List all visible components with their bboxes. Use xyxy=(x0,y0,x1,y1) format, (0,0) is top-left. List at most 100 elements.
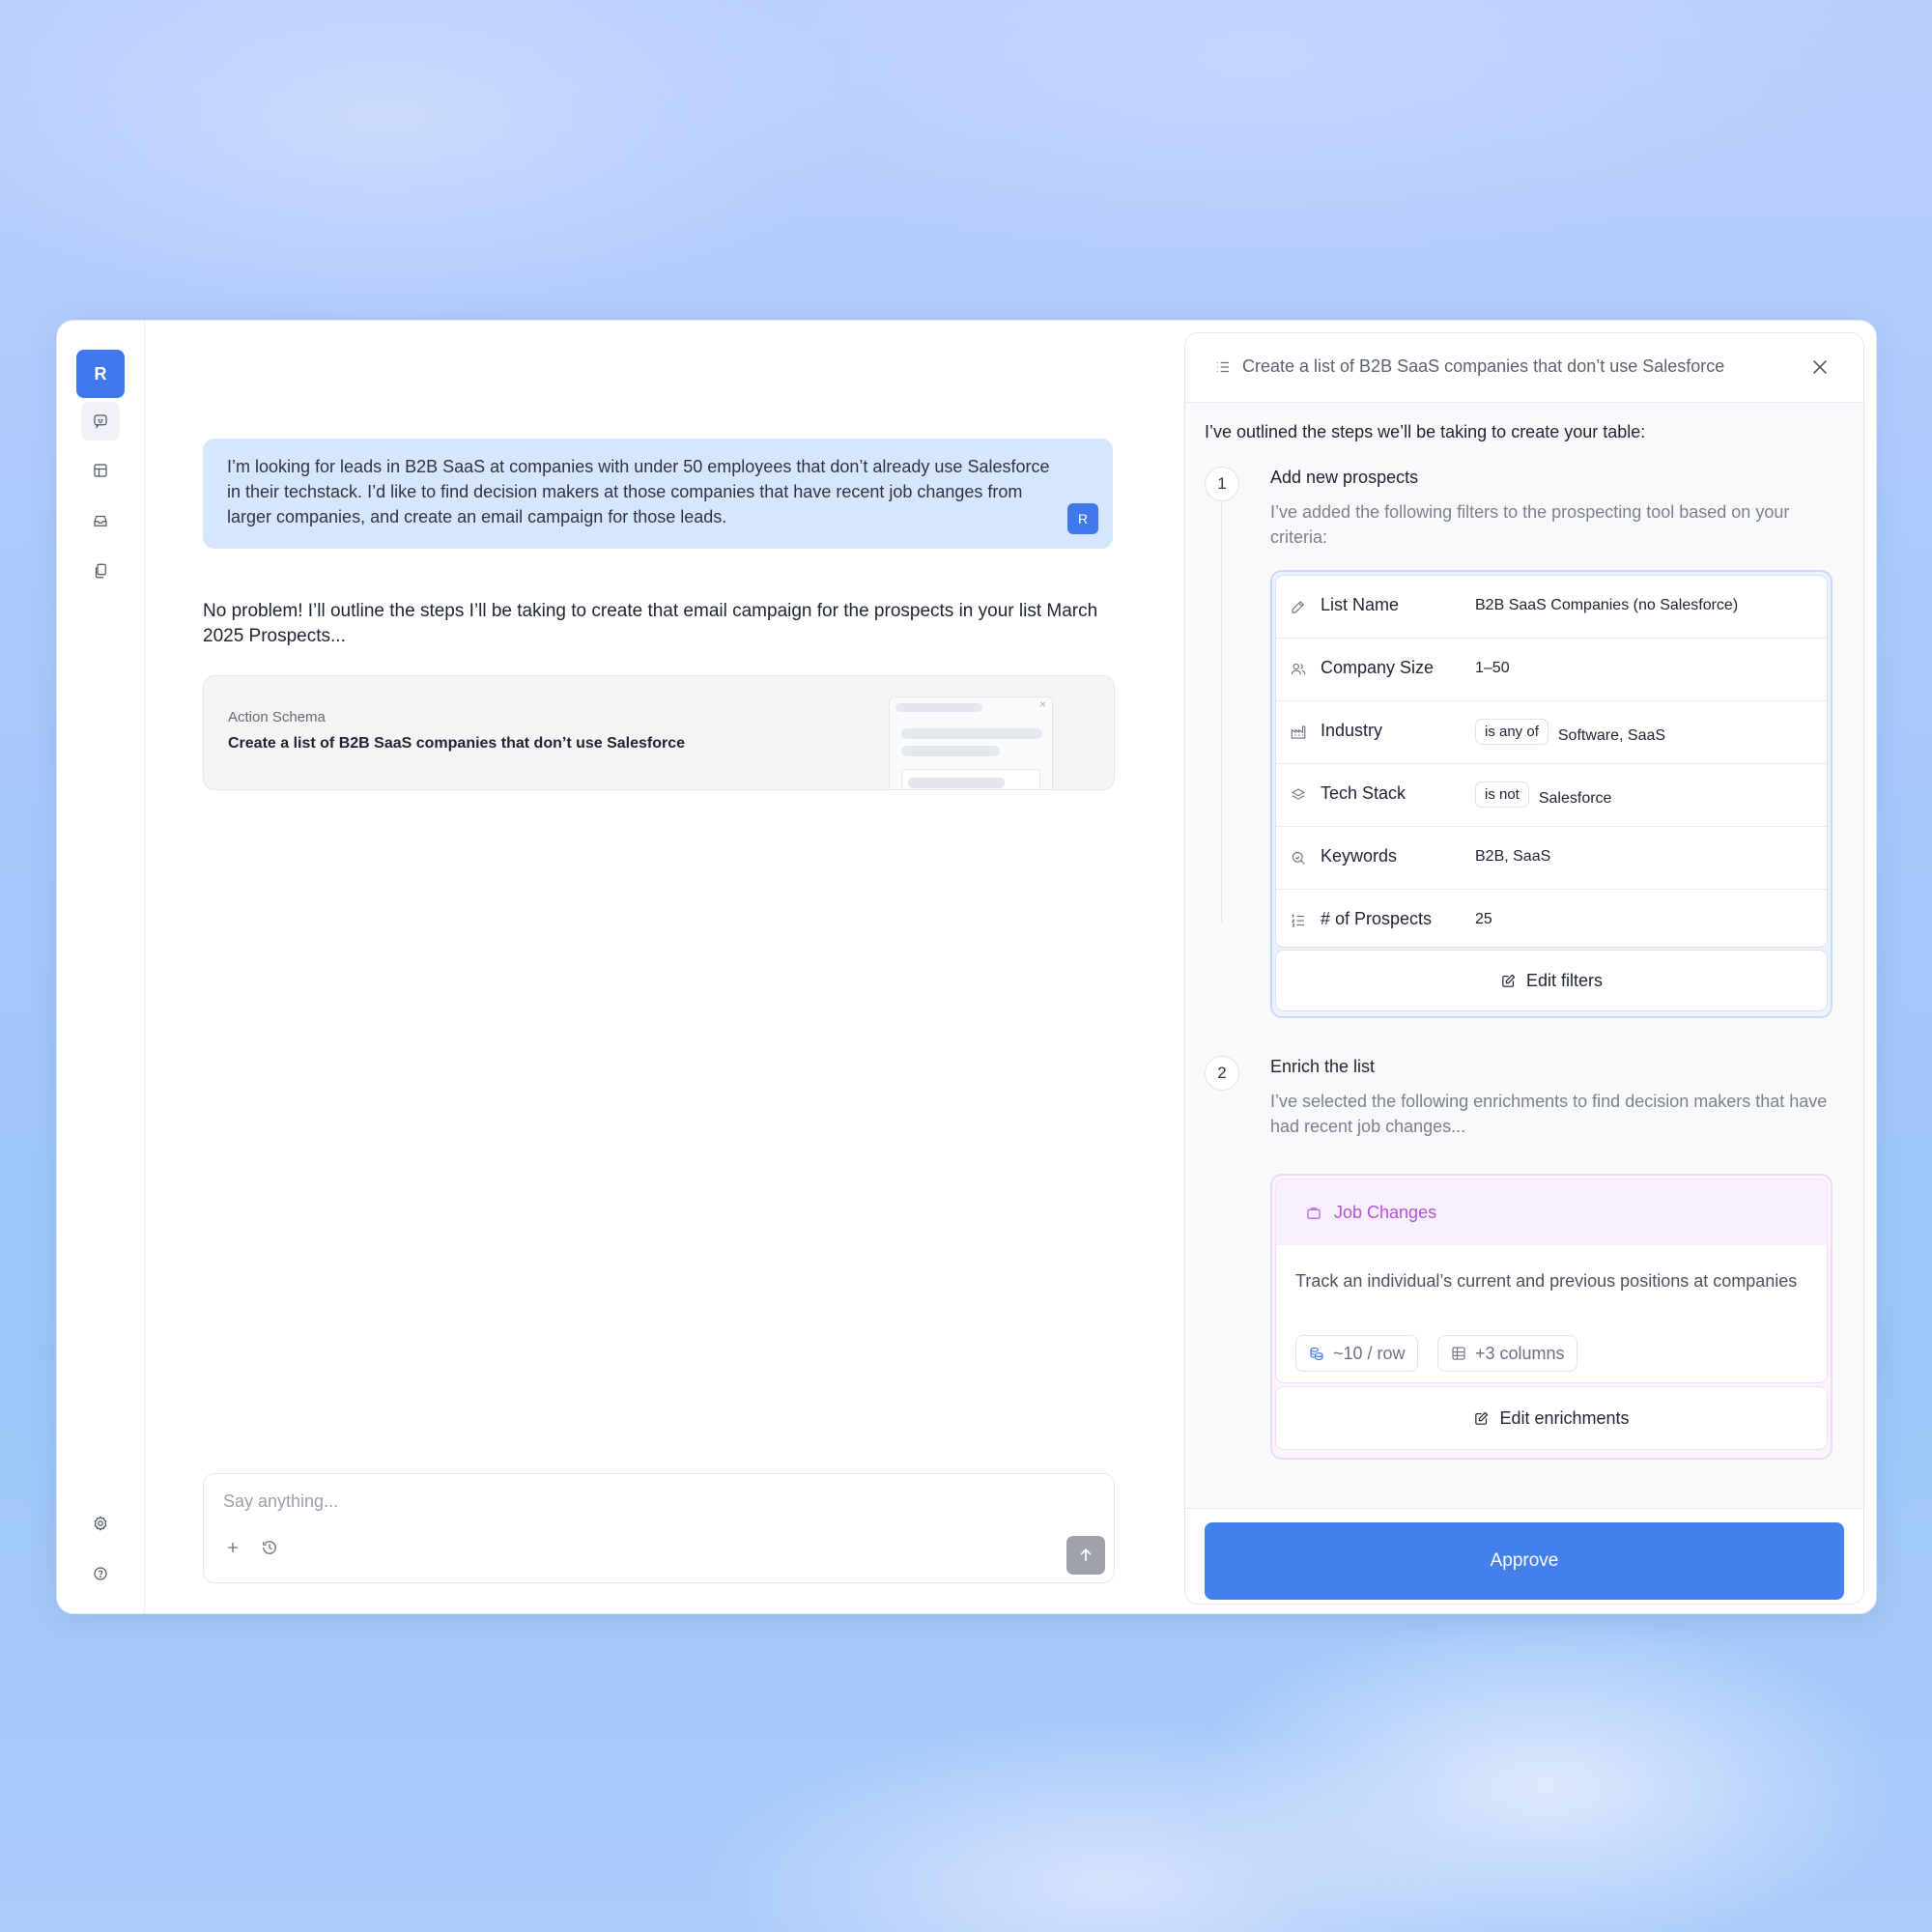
history-icon xyxy=(263,1541,276,1554)
filter-label: # of Prospects xyxy=(1321,909,1433,928)
app-window: R I’m looking for leads in B2B SaaS at c… xyxy=(56,320,1877,1614)
filter-value-group: is not Salesforce xyxy=(1475,781,1612,811)
users-icon xyxy=(1290,661,1307,678)
settings-icon xyxy=(94,1516,107,1531)
edit-filters-button[interactable]: Edit filters xyxy=(1275,950,1828,1011)
user-message-text: I’m looking for leads in B2B SaaS at com… xyxy=(227,457,1050,526)
filter-row-tech-stack[interactable]: Tech Stack is not Salesforce xyxy=(1276,764,1827,827)
step-connector xyxy=(1221,469,1222,923)
tables-nav-button[interactable] xyxy=(81,451,120,490)
user-avatar: R xyxy=(1067,503,1098,534)
filters-card: List Name B2B SaaS Companies (no Salesfo… xyxy=(1270,570,1833,1018)
list-icon xyxy=(1214,358,1232,376)
composer-placeholder[interactable]: Say anything... xyxy=(223,1492,338,1512)
filter-row-prospect-count[interactable]: # of Prospects 25 xyxy=(1276,890,1827,947)
step-2-number: 2 xyxy=(1205,1056,1239,1091)
settings-button[interactable] xyxy=(81,1504,120,1543)
workspace-avatar[interactable]: R xyxy=(76,350,125,398)
files-nav-button[interactable] xyxy=(81,552,120,590)
filter-label: Tech Stack xyxy=(1321,783,1406,803)
filter-operator-chip[interactable]: is not xyxy=(1475,781,1529,808)
edit-filters-label: Edit filters xyxy=(1525,970,1604,990)
close-icon xyxy=(1812,359,1828,375)
inbox-icon xyxy=(94,515,107,526)
filter-label: Company Size xyxy=(1321,658,1435,677)
search-icon xyxy=(1290,849,1307,867)
nav-rail: R xyxy=(57,321,145,1613)
briefcase-icon xyxy=(1305,1205,1322,1222)
plan-panel: Create a list of B2B SaaS companies that… xyxy=(1184,332,1864,1605)
filter-row-list-name[interactable]: List Name B2B SaaS Companies (no Salesfo… xyxy=(1276,576,1827,639)
schema-card-label: Action Schema xyxy=(228,709,326,725)
enrichment-name: Job Changes xyxy=(1334,1203,1437,1222)
history-button[interactable] xyxy=(260,1538,279,1557)
filter-label: Industry xyxy=(1321,721,1383,740)
step-2-description: I’ve selected the following enrichments … xyxy=(1270,1092,1828,1136)
panel-title: Create a list of B2B SaaS companies that… xyxy=(1242,356,1725,376)
chat-nav-button[interactable] xyxy=(81,402,120,440)
enrichment-header: Job Changes xyxy=(1275,1179,1828,1246)
columns-badge: +3 columns xyxy=(1437,1335,1577,1372)
step-2-title: Enrich the list xyxy=(1270,1057,1376,1076)
enrichment-description: Track an individual’s current and previo… xyxy=(1295,1271,1798,1291)
filter-value: Salesforce xyxy=(1538,790,1612,807)
arrow-up-icon xyxy=(1080,1548,1092,1561)
cost-per-row-badge: ~10 / row xyxy=(1295,1335,1418,1372)
help-button[interactable] xyxy=(81,1554,120,1593)
filter-value-group: 25 xyxy=(1475,911,1492,928)
panel-footer: Approve xyxy=(1185,1508,1863,1604)
filter-value: Software, SaaS xyxy=(1557,727,1666,744)
filter-label: Keywords xyxy=(1321,846,1398,866)
coins-icon xyxy=(1310,1347,1323,1360)
chat-area: I’m looking for leads in B2B SaaS at com… xyxy=(144,321,1240,1613)
send-button[interactable] xyxy=(1066,1536,1105,1575)
filter-value: B2B SaaS Companies (no Salesforce) xyxy=(1475,597,1739,613)
filter-value: 25 xyxy=(1475,911,1492,927)
filter-value: 1–50 xyxy=(1475,660,1510,676)
panel-intro: I’ve outlined the steps we’ll be taking … xyxy=(1205,422,1646,441)
edit-enrichments-button[interactable]: Edit enrichments xyxy=(1275,1386,1828,1450)
enrichment-body: Track an individual’s current and previo… xyxy=(1275,1245,1828,1383)
panel-header: Create a list of B2B SaaS companies that… xyxy=(1185,333,1863,403)
layers-icon xyxy=(1290,786,1307,804)
filter-value-group: is any of Software, SaaS xyxy=(1475,719,1666,749)
step-1-title: Add new prospects xyxy=(1270,468,1419,487)
approve-button[interactable]: Approve xyxy=(1205,1522,1844,1600)
files-icon xyxy=(95,563,106,579)
assistant-message: No problem! I’ll outline the steps I’ll … xyxy=(203,601,1098,646)
step-1-description: I’ve added the following filters to the … xyxy=(1270,502,1790,547)
plus-icon xyxy=(228,1543,238,1552)
factory-icon xyxy=(1290,724,1307,741)
filters-table: List Name B2B SaaS Companies (no Salesfo… xyxy=(1275,575,1828,948)
filter-row-company-size[interactable]: Company Size 1–50 xyxy=(1276,639,1827,701)
filter-row-industry[interactable]: Industry is any of Software, SaaS xyxy=(1276,701,1827,764)
filter-row-keywords[interactable]: Keywords B2B, SaaS xyxy=(1276,827,1827,890)
filter-value: B2B, SaaS xyxy=(1475,848,1551,865)
cost-per-row-text: ~10 / row xyxy=(1333,1343,1406,1363)
edit-enrichments-label: Edit enrichments xyxy=(1499,1407,1630,1428)
message-composer[interactable]: Say anything... xyxy=(203,1473,1115,1583)
help-icon xyxy=(94,1567,107,1580)
action-schema-card[interactable]: Action Schema Create a list of B2B SaaS … xyxy=(203,675,1115,790)
inbox-nav-button[interactable] xyxy=(81,501,120,540)
filter-value-group: 1–50 xyxy=(1475,660,1510,677)
enrichment-card: Job Changes Track an individual’s curren… xyxy=(1270,1174,1833,1460)
filter-value-group: B2B SaaS Companies (no Salesforce) xyxy=(1475,597,1738,614)
attach-button[interactable] xyxy=(223,1538,242,1557)
filter-operator-chip[interactable]: is any of xyxy=(1475,719,1548,745)
edit-icon xyxy=(1502,974,1516,987)
edit-icon xyxy=(1475,1411,1489,1425)
pencil-icon xyxy=(1290,598,1307,615)
close-panel-button[interactable] xyxy=(1809,356,1831,378)
filter-value-group: B2B, SaaS xyxy=(1475,848,1550,866)
table-icon xyxy=(1452,1347,1465,1360)
step-1-number: 1 xyxy=(1205,467,1239,501)
chat-icon xyxy=(94,414,107,429)
user-message-bubble: I’m looking for leads in B2B SaaS at com… xyxy=(203,439,1113,549)
filter-label: List Name xyxy=(1321,595,1400,614)
schema-card-title: Create a list of B2B SaaS companies that… xyxy=(228,735,686,752)
list-ordered-icon xyxy=(1290,912,1307,929)
columns-text: +3 columns xyxy=(1475,1343,1565,1363)
schema-thumbnail: × xyxy=(889,696,1053,789)
table-icon xyxy=(94,464,107,477)
